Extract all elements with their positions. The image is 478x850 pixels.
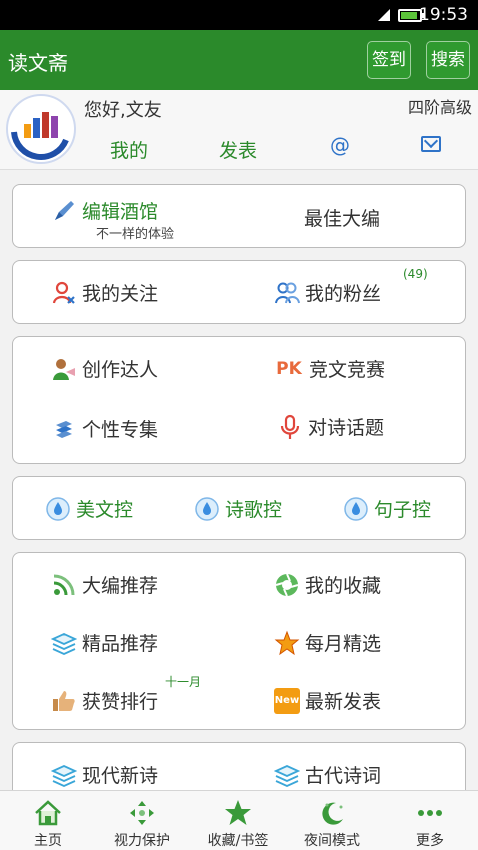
editor-tavern-subtitle: 不一样的体验: [96, 227, 175, 242]
nav-night-mode[interactable]: 夜间模式: [284, 791, 380, 850]
editor-pick-link[interactable]: 大编推荐: [51, 571, 158, 598]
nav-more-label: 更多: [416, 833, 444, 849]
pen-icon: [51, 198, 77, 224]
more-icon: [418, 810, 442, 816]
poems-card: 现代新诗 古代诗词: [12, 742, 466, 790]
poem-topic-label: 对诗话题: [308, 417, 385, 439]
likes-ranking-link[interactable]: 获赞排行: [51, 687, 158, 714]
nav-eye-protect-label: 视力保护: [114, 833, 170, 849]
monthly-pick-label: 每月精选: [305, 633, 382, 655]
microphone-icon: [277, 414, 303, 440]
modern-poetry-link[interactable]: 现代新诗: [51, 761, 158, 788]
stack-icon: [51, 762, 77, 788]
latest-posts-label: 最新发表: [305, 691, 382, 713]
creation-card: 创作达人 PK 竞文竞赛 个性专集 对诗话题: [12, 336, 466, 464]
my-fans-label: 我的粉丝: [305, 283, 382, 305]
category-sentence-label: 句子控: [374, 499, 432, 521]
my-follow-label: 我的关注: [82, 283, 159, 305]
contest-link[interactable]: PK 竞文竞赛: [274, 355, 385, 382]
editor-tavern-title: 编辑酒馆: [82, 201, 159, 223]
content-scroll[interactable]: 编辑酒馆 不一样的体验 最佳大编 我的关注 我的粉丝 (49) 创作达人 PK …: [0, 0, 478, 790]
star-icon: [274, 630, 300, 656]
droplet-icon: [45, 496, 71, 522]
aperture-icon: [274, 572, 300, 598]
moon-icon: [322, 802, 343, 825]
person-icon: [51, 356, 77, 382]
poem-topic-link[interactable]: 对诗话题: [277, 413, 384, 440]
fans-icon: [274, 280, 300, 306]
best-editor-label: 最佳大编: [304, 208, 381, 230]
ranking-month-tag: 十一月: [165, 675, 202, 689]
contest-label: 竞文竞赛: [309, 359, 386, 381]
nav-favorites[interactable]: 收藏/书签: [188, 791, 288, 850]
bottom-nav: 主页 视力保护 收藏/书签 夜间模式 更多: [0, 790, 478, 850]
nav-more[interactable]: 更多: [382, 791, 478, 850]
home-icon: [35, 800, 61, 826]
droplet-icon: [194, 496, 220, 522]
creation-expert-link[interactable]: 创作达人: [51, 355, 158, 382]
quality-pick-label: 精品推荐: [82, 633, 159, 655]
my-follow-link[interactable]: 我的关注: [51, 279, 158, 306]
recommend-card: 大编推荐 我的收藏 精品推荐 每月精选 十一月 获赞排行 New 最新发表: [12, 552, 466, 730]
user-follow-icon: [51, 280, 77, 306]
droplet-icon: [343, 496, 369, 522]
fans-count-badge: (49): [403, 267, 428, 281]
pk-icon: PK: [276, 358, 302, 379]
nav-favorites-label: 收藏/书签: [207, 833, 269, 849]
my-fans-link[interactable]: 我的粉丝: [274, 279, 381, 306]
best-editor-link[interactable]: 最佳大编: [304, 204, 380, 231]
nav-home-label: 主页: [34, 833, 62, 849]
editor-pick-label: 大编推荐: [82, 575, 159, 597]
nav-eye-protect[interactable]: 视力保护: [94, 791, 190, 850]
category-poetry[interactable]: 诗歌控: [194, 495, 282, 522]
stack-icon: [51, 630, 77, 656]
nav-night-mode-label: 夜间模式: [304, 833, 360, 849]
star-icon: [225, 800, 251, 825]
quality-pick-link[interactable]: 精品推荐: [51, 629, 158, 656]
latest-posts-link[interactable]: New 最新发表: [274, 687, 381, 714]
social-card: 我的关注 我的粉丝 (49): [12, 260, 466, 324]
arrows-icon: [130, 801, 154, 825]
editor-card: 编辑酒馆 不一样的体验 最佳大编: [12, 184, 466, 248]
ancient-poetry-link[interactable]: 古代诗词: [274, 761, 381, 788]
category-prose-label: 美文控: [76, 499, 134, 521]
special-collection-link[interactable]: 个性专集: [51, 415, 158, 442]
category-sentence[interactable]: 句子控: [343, 495, 431, 522]
rss-icon: [51, 572, 77, 598]
nav-home[interactable]: 主页: [0, 791, 96, 850]
category-prose[interactable]: 美文控: [45, 495, 133, 522]
likes-ranking-label: 获赞排行: [82, 691, 159, 713]
layers-icon: [51, 416, 77, 442]
my-favorites-link[interactable]: 我的收藏: [274, 571, 381, 598]
editor-tavern-link[interactable]: 编辑酒馆: [51, 197, 158, 224]
ancient-poetry-label: 古代诗词: [305, 765, 382, 787]
my-favorites-label: 我的收藏: [305, 575, 382, 597]
category-card: 美文控 诗歌控 句子控: [12, 476, 466, 540]
new-icon: New: [274, 687, 300, 714]
creation-expert-label: 创作达人: [82, 359, 159, 381]
thumbs-up-icon: [51, 688, 77, 714]
special-collection-label: 个性专集: [82, 419, 159, 441]
stack-icon: [274, 762, 300, 788]
monthly-pick-link[interactable]: 每月精选: [274, 629, 381, 656]
category-poetry-label: 诗歌控: [225, 499, 283, 521]
modern-poetry-label: 现代新诗: [82, 765, 159, 787]
